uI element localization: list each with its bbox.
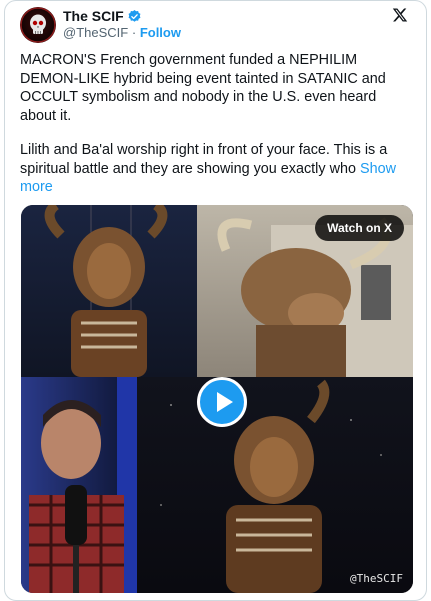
post-text: MACRON'S French government funded a NEPH… <box>20 51 415 213</box>
thumb-panel-top-left <box>21 205 197 377</box>
x-logo-icon[interactable] <box>392 7 408 23</box>
watch-on-x-button[interactable]: Watch on X <box>315 215 404 241</box>
play-button[interactable] <box>197 377 247 427</box>
verified-badge-icon <box>128 9 141 22</box>
video-player[interactable]: Watch on X @TheSCIF <box>21 205 413 593</box>
play-icon <box>217 392 233 412</box>
video-watermark: @TheSCIF <box>350 572 403 585</box>
post-paragraph-2-text: Lilith and Ba'al worship right in front … <box>20 142 388 177</box>
tweet-card: The SCIF @TheSCIF · Follow MACRON'S Fren… <box>4 0 427 601</box>
post-paragraph-1: MACRON'S French government funded a NEPH… <box>20 52 386 124</box>
thumb-panel-bottom-right <box>137 377 413 593</box>
follow-button[interactable]: Follow <box>140 25 181 40</box>
handle[interactable]: @TheSCIF <box>63 25 128 40</box>
post-paragraph-2: Lilith and Ba'al worship right in front … <box>20 141 415 197</box>
author-name-row: The SCIF <box>63 8 142 24</box>
separator: · <box>131 25 137 40</box>
thumb-panel-bottom-left <box>21 377 137 593</box>
handle-row: @TheSCIF · Follow <box>63 25 181 40</box>
display-name[interactable]: The SCIF <box>63 8 124 24</box>
skull-logo-icon <box>20 7 56 43</box>
avatar[interactable] <box>20 7 56 43</box>
